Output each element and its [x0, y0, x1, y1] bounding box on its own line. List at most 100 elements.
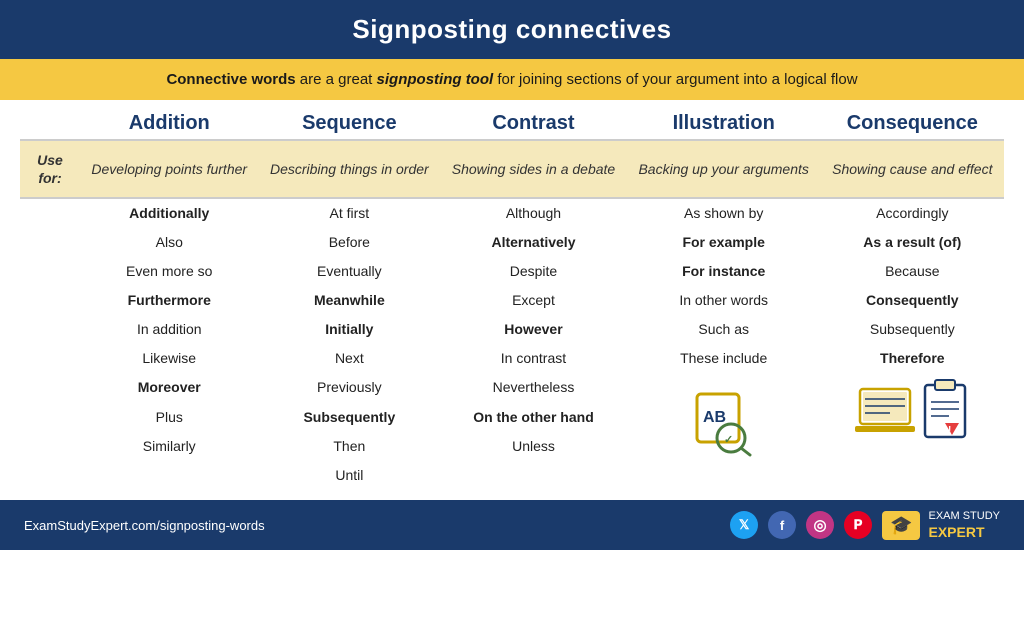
col-header-contrast: Contrast	[440, 100, 627, 140]
bold-word: As a result (of)	[863, 234, 961, 250]
word-cell-col4-row2: Because	[821, 257, 1004, 286]
bold-word: However	[504, 321, 562, 337]
word-cell-col1-row4: Initially	[258, 315, 440, 344]
use-for-illustration: Backing up your arguments	[627, 140, 821, 198]
word-cell-col0-row4: In addition	[80, 315, 258, 344]
table-row: Additionally At firstAlthoughAs shown byA…	[20, 198, 1004, 228]
word-cell-col4-row5: Therefore	[821, 344, 1004, 373]
signposting-tool-label: signposting tool	[377, 71, 494, 88]
word-cell-col4-row1: As a result (of)	[821, 228, 1004, 257]
word-cell-col1-row1: Before	[258, 228, 440, 257]
word-cell-col1-row7: Subsequently	[258, 403, 440, 432]
word-cell-col1-row0: At first	[258, 198, 440, 228]
bold-word: Meanwhile	[314, 292, 385, 308]
word-cell-col0-row2: Even more so	[80, 257, 258, 286]
word-cell-col0-row9	[80, 461, 258, 490]
word-cell-col2-row9	[440, 461, 627, 490]
use-for-header-cell	[20, 100, 80, 140]
word-cell-col4-row6: !	[821, 373, 1004, 461]
brand-logo-icon: 🎓	[882, 511, 920, 541]
bold-word: Additionally	[129, 205, 209, 221]
facebook-icon[interactable]: f	[768, 511, 796, 539]
bold-word: Furthermore	[128, 292, 211, 308]
table-row: AlsoBeforeAlternatively For example As a r…	[20, 228, 1004, 257]
table-row: Furthermore Meanwhile ExceptIn other words…	[20, 286, 1004, 315]
word-cell-col2-row1: Alternatively	[440, 228, 627, 257]
brand-logo: 🎓 EXAM STUDY EXPERT	[882, 510, 1000, 540]
word-cell-col1-row6: Previously	[258, 373, 440, 402]
word-cell-col1-row8: Then	[258, 432, 440, 461]
word-cell-col2-row4: However	[440, 315, 627, 344]
word-cell-col2-row2: Despite	[440, 257, 627, 286]
col-header-sequence: Sequence	[258, 100, 440, 140]
illustration-icons: AB ✓	[633, 377, 815, 457]
col-header-consequence: Consequence	[821, 100, 1004, 140]
use-for-addition: Developing points further	[80, 140, 258, 198]
bold-word: On the other hand	[473, 409, 594, 425]
word-cell-col3-row0: As shown by	[627, 198, 821, 228]
word-cell-col3-row6: AB ✓	[627, 373, 821, 461]
footer-url: ExamStudyExpert.com/signposting-words	[24, 518, 265, 533]
word-cell-col4-row4: Subsequently	[821, 315, 1004, 344]
word-cell-col1-row2: Eventually	[258, 257, 440, 286]
word-cell-col3-row2: For instance	[627, 257, 821, 286]
word-cell-col3-row3: In other words	[627, 286, 821, 315]
table-row: In addition Initially However Such asSubseq…	[20, 315, 1004, 344]
table-row: LikewiseNextIn contrastThese include Ther…	[20, 344, 1004, 373]
word-cell-col1-row9: Until	[258, 461, 440, 490]
brand-name: EXAM STUDY EXPERT	[928, 510, 1000, 540]
title-bar: Signposting connectives	[0, 0, 1024, 59]
consequence-icons: !	[827, 377, 998, 439]
word-cell-col4-row0: Accordingly	[821, 198, 1004, 228]
bold-word: For instance	[682, 263, 765, 279]
svg-text:✓: ✓	[724, 434, 733, 446]
svg-text:!: !	[948, 425, 951, 436]
laptop-icon	[855, 384, 915, 439]
use-for-contrast: Showing sides in a debate	[440, 140, 627, 198]
main-table: Addition Sequence Contrast Illustration …	[20, 100, 1004, 490]
col-header-illustration: Illustration	[627, 100, 821, 140]
subtitle-end: for joining sections of your argument in…	[493, 71, 857, 88]
twitter-icon[interactable]: 𝕏	[730, 511, 758, 539]
word-cell-col1-row3: Meanwhile	[258, 286, 440, 315]
words-body: AdditionallyAt firstAlthoughAs shown byA…	[20, 198, 1004, 490]
abc-magnify-icon: AB ✓	[695, 392, 753, 457]
table-section: Addition Sequence Contrast Illustration …	[0, 100, 1024, 500]
word-cell-col0-row5: Likewise	[80, 344, 258, 373]
word-cell-col0-row0: Additionally	[80, 198, 258, 228]
column-header-row: Addition Sequence Contrast Illustration …	[20, 100, 1004, 140]
use-for-sequence: Describing things in order	[258, 140, 440, 198]
word-cell-col1-row5: Next	[258, 344, 440, 373]
connective-words-label: Connective words	[166, 71, 295, 88]
bold-word: Therefore	[880, 350, 945, 366]
word-cell-col3-row4: Such as	[627, 315, 821, 344]
word-cell-col3-row5: These include	[627, 344, 821, 373]
subtitle-mid: are a great	[296, 71, 377, 88]
bold-word: For example	[682, 234, 764, 250]
word-cell-col4-row3: Consequently	[821, 286, 1004, 315]
footer: ExamStudyExpert.com/signposting-words 𝕏 …	[0, 500, 1024, 550]
word-cell-col0-row3: Furthermore	[80, 286, 258, 315]
svg-text:AB: AB	[703, 409, 726, 426]
main-container: Signposting connectives Connective words…	[0, 0, 1024, 550]
word-cell-col2-row6: Nevertheless	[440, 373, 627, 402]
bold-word: Moreover	[138, 379, 201, 395]
clipboard-icon: !	[921, 377, 969, 439]
word-cell-col3-row1: For example	[627, 228, 821, 257]
table-row: Even more soEventuallyDespite For instanc…	[20, 257, 1004, 286]
use-for-consequence: Showing cause and effect	[821, 140, 1004, 198]
word-cell-col2-row5: In contrast	[440, 344, 627, 373]
table-row: MoreoverPreviouslyNevertheless AB ✓	[20, 373, 1004, 402]
col-header-addition: Addition	[80, 100, 258, 140]
word-cell-col2-row7: On the other hand	[440, 403, 627, 432]
instagram-icon[interactable]: ◎	[806, 511, 834, 539]
pinterest-icon[interactable]: 𝐏	[844, 511, 872, 539]
use-for-label: Use for:	[20, 140, 80, 198]
word-cell-col0-row8: Similarly	[80, 432, 258, 461]
footer-icons: 𝕏 f ◎ 𝐏 🎓 EXAM STUDY EXPERT	[730, 510, 1000, 540]
word-cell-col2-row3: Except	[440, 286, 627, 315]
page-title: Signposting connectives	[352, 14, 671, 44]
word-cell-col0-row1: Also	[80, 228, 258, 257]
word-cell-col2-row0: Although	[440, 198, 627, 228]
bold-word: Initially	[325, 321, 373, 337]
